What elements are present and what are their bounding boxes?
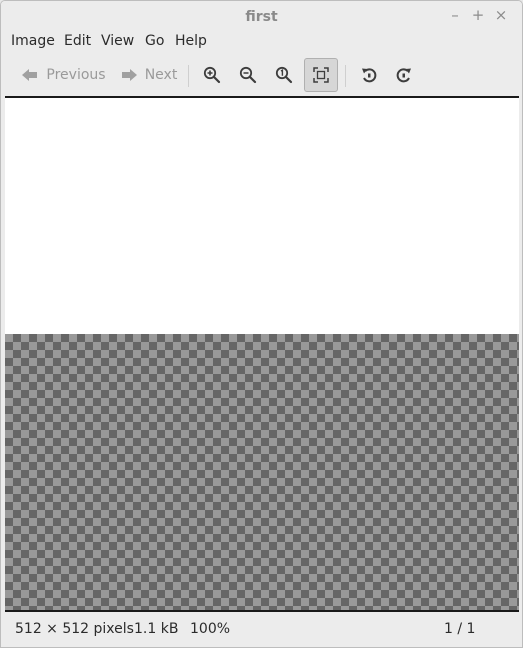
zoom-in-button[interactable]	[197, 58, 227, 92]
maximize-button[interactable]: +	[470, 7, 486, 23]
zoom-normal-button[interactable]	[269, 58, 299, 92]
image-view[interactable]	[5, 96, 519, 612]
image-viewer-window: first – + × Image Edit View Go Help Prev…	[0, 0, 523, 648]
zoom-level: 100%	[190, 621, 231, 637]
image-position: 1 / 1	[444, 621, 476, 637]
minimize-button[interactable]: –	[447, 7, 463, 23]
window-title: first	[245, 9, 278, 25]
rotate-left-button[interactable]	[354, 58, 384, 92]
image-dimensions: 512 × 512 pixels	[15, 621, 134, 637]
menu-bar: Image Edit View Go Help	[1, 31, 522, 53]
arrow-right-icon	[121, 69, 137, 81]
toolbar: Previous Next	[1, 56, 522, 94]
zoom-out-icon	[239, 66, 257, 84]
close-button[interactable]: ×	[493, 7, 509, 23]
rotate-left-icon	[362, 68, 377, 83]
zoom-out-button[interactable]	[233, 58, 263, 92]
menu-image[interactable]: Image	[11, 33, 55, 49]
transparency-checkerboard	[5, 334, 519, 610]
toolbar-separator	[188, 65, 189, 87]
zoom-fit-icon	[313, 67, 329, 83]
status-bar: 512 × 512 pixels 1.1 kB 100% 1 / 1	[1, 612, 522, 647]
toolbar-separator	[345, 65, 346, 87]
zoom-in-icon	[203, 66, 221, 84]
menu-go[interactable]: Go	[145, 33, 164, 49]
image-opaque-region	[5, 98, 519, 334]
title-bar[interactable]: first – + ×	[1, 1, 522, 31]
previous-label: Previous	[46, 67, 106, 83]
file-size: 1.1 kB	[134, 621, 179, 637]
zoom-fit-button[interactable]	[304, 58, 338, 92]
previous-button[interactable]: Previous	[21, 58, 107, 92]
arrow-left-icon	[22, 69, 38, 81]
zoom-normal-icon	[275, 66, 293, 84]
menu-help[interactable]: Help	[175, 33, 207, 49]
rotate-right-icon	[396, 68, 411, 83]
next-button[interactable]: Next	[118, 58, 180, 92]
next-label: Next	[144, 67, 178, 83]
menu-edit[interactable]: Edit	[64, 33, 91, 49]
rotate-right-button[interactable]	[389, 58, 419, 92]
menu-view[interactable]: View	[101, 33, 134, 49]
